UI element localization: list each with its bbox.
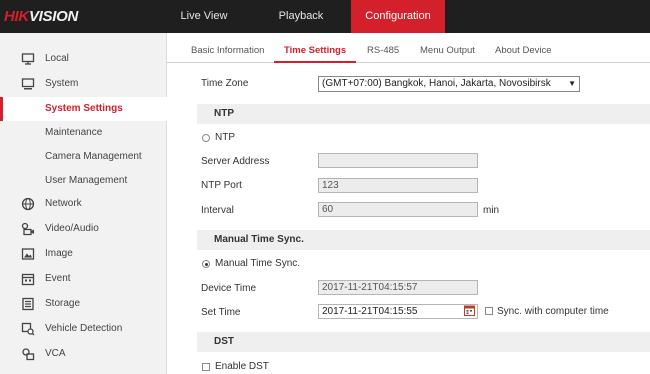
nav-configuration[interactable]: Configuration — [351, 0, 445, 33]
sidebar-item-label: Event — [45, 273, 71, 284]
ntp-section-header: NTP — [197, 104, 650, 124]
interval-input[interactable]: 60 — [318, 202, 478, 217]
tab-rs485[interactable]: RS-485 — [367, 45, 399, 56]
server-address-label: Server Address — [201, 156, 270, 167]
enable-dst-checkbox[interactable] — [202, 363, 210, 371]
time-zone-label: Time Zone — [201, 78, 249, 89]
sidebar-item-label: Local — [45, 53, 69, 64]
sidebar-item-label: Storage — [45, 298, 81, 309]
sidebar-item-maintenance[interactable]: Maintenance — [0, 121, 167, 145]
top-bar: HIKVISION Live View Playback Configurati… — [0, 0, 650, 33]
sidebar-item-label: System — [45, 78, 79, 89]
settings-tabs: Basic Information Time Settings RS-485 M… — [167, 33, 650, 63]
sidebar-item-image[interactable]: Image — [0, 242, 167, 266]
globe-icon — [21, 197, 35, 211]
nav-playback[interactable]: Playback — [255, 0, 347, 33]
calendar-picker-icon[interactable] — [464, 305, 475, 316]
sidebar-item-local[interactable]: Local — [0, 47, 167, 71]
set-time-label: Set Time — [201, 307, 241, 318]
brand-logo-part1: HIK — [4, 8, 29, 25]
sidebar-item-storage[interactable]: Storage — [0, 292, 167, 316]
ntp-port-label: NTP Port — [201, 180, 242, 191]
dropdown-arrow-icon: ▼ — [568, 79, 576, 88]
dst-section-title: DST — [214, 336, 234, 347]
vca-icon — [22, 348, 35, 361]
manual-sync-section-header: Manual Time Sync. — [197, 230, 650, 250]
set-time-input[interactable]: 2017-11-21T04:15:55 — [318, 304, 478, 319]
nav-live-view[interactable]: Live View — [158, 0, 250, 33]
sync-computer-time-label: Sync. with computer time — [497, 306, 609, 317]
sidebar-item-label: VCA — [45, 348, 66, 359]
sidebar-item-system-settings[interactable]: System Settings — [0, 97, 167, 121]
sidebar-item-vca[interactable]: VCA — [0, 342, 167, 366]
server-address-input[interactable] — [318, 153, 478, 168]
tab-basic-information[interactable]: Basic Information — [191, 45, 264, 56]
calendar-icon — [21, 273, 35, 286]
sidebar: Local System System Settings Maintenance… — [0, 33, 167, 374]
manual-sync-section-title: Manual Time Sync. — [214, 234, 304, 245]
sidebar-item-video-audio[interactable]: Video/Audio — [0, 217, 167, 241]
brand-logo-part2: VISION — [28, 8, 78, 25]
vehicle-detection-icon — [21, 322, 35, 336]
computer-icon — [21, 78, 35, 90]
sync-computer-time-checkbox[interactable] — [485, 307, 493, 315]
sidebar-item-label: Vehicle Detection — [45, 323, 123, 334]
sidebar-item-label: Image — [45, 248, 73, 259]
ntp-radio[interactable] — [202, 134, 210, 142]
sidebar-item-camera-management[interactable]: Camera Management — [0, 145, 167, 169]
video-audio-icon — [21, 222, 34, 236]
interval-unit: min — [483, 205, 500, 216]
manual-sync-radio[interactable] — [202, 260, 210, 268]
sidebar-item-network[interactable]: Network — [0, 192, 167, 216]
storage-icon — [22, 297, 34, 311]
sidebar-item-user-management[interactable]: User Management — [0, 169, 167, 193]
sidebar-item-label: Network — [45, 198, 82, 209]
time-zone-value: (GMT+07:00) Bangkok, Hanoi, Jakarta, Nov… — [322, 78, 551, 89]
time-zone-select[interactable]: (GMT+07:00) Bangkok, Hanoi, Jakarta, Nov… — [318, 76, 580, 92]
sidebar-item-label: User Management — [45, 175, 128, 186]
sidebar-item-event[interactable]: Event — [0, 267, 167, 291]
dst-section-header: DST — [197, 332, 650, 352]
sidebar-item-vehicle-detection[interactable]: Vehicle Detection — [0, 317, 167, 341]
sidebar-item-label: System Settings — [45, 103, 123, 114]
active-tab-indicator — [274, 61, 356, 63]
tab-time-settings[interactable]: Time Settings — [284, 45, 346, 56]
sidebar-item-label: Maintenance — [45, 127, 103, 138]
brand-logo: HIKVISION — [4, 8, 78, 25]
image-icon — [21, 248, 35, 260]
tab-menu-output[interactable]: Menu Output — [420, 45, 475, 56]
sidebar-item-label: Camera Management — [45, 151, 142, 162]
tab-about-device[interactable]: About Device — [495, 45, 552, 56]
ntp-radio-label: NTP — [215, 132, 235, 143]
manual-sync-radio-label: Manual Time Sync. — [215, 258, 301, 269]
sidebar-item-system[interactable]: System — [0, 72, 167, 96]
device-time-label: Device Time — [201, 283, 257, 294]
sidebar-item-label: Video/Audio — [45, 223, 99, 234]
ntp-port-input[interactable]: 123 — [318, 178, 478, 193]
enable-dst-label: Enable DST — [215, 361, 269, 372]
ntp-section-title: NTP — [214, 108, 234, 119]
interval-label: Interval — [201, 205, 234, 216]
device-time-field: 2017-11-21T04:15:57 — [318, 280, 478, 295]
monitor-icon — [21, 53, 35, 65]
